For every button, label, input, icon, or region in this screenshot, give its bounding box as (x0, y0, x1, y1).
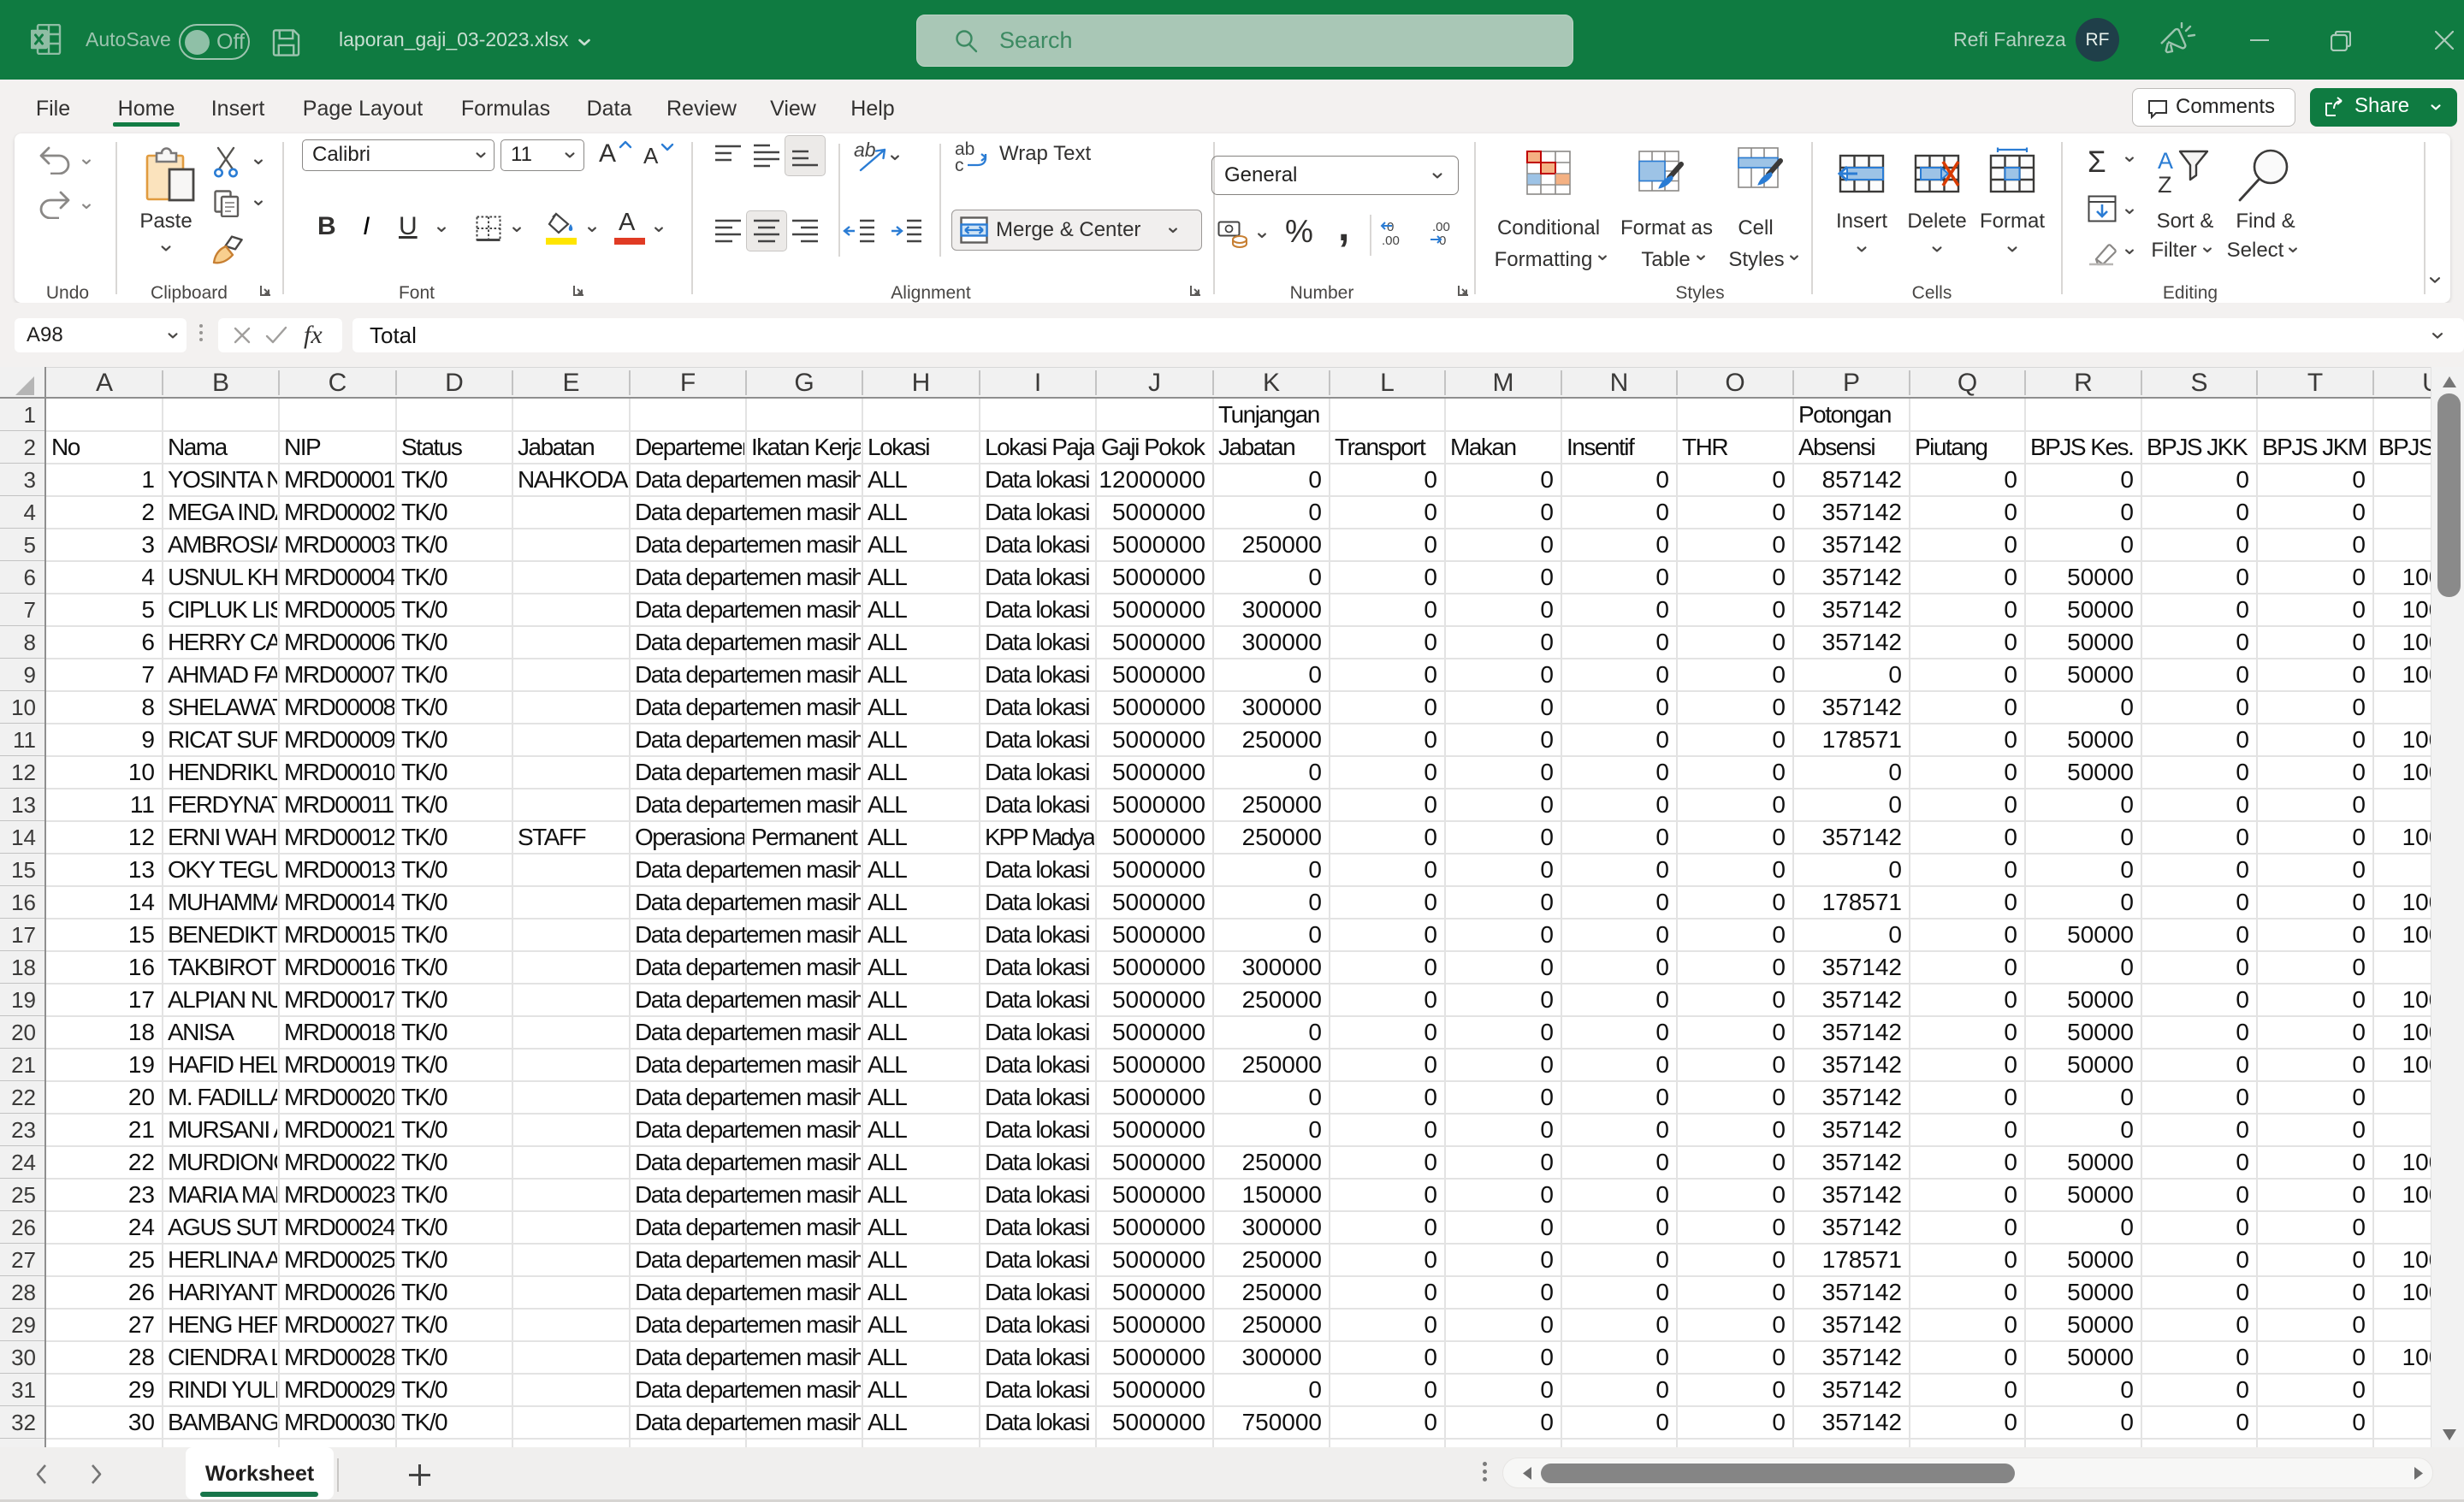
svg-text:c: c (955, 156, 964, 172)
svg-text:A: A (2158, 149, 2173, 174)
svg-text:ab: ab (854, 139, 876, 161)
svg-text:Z: Z (2158, 172, 2172, 193)
